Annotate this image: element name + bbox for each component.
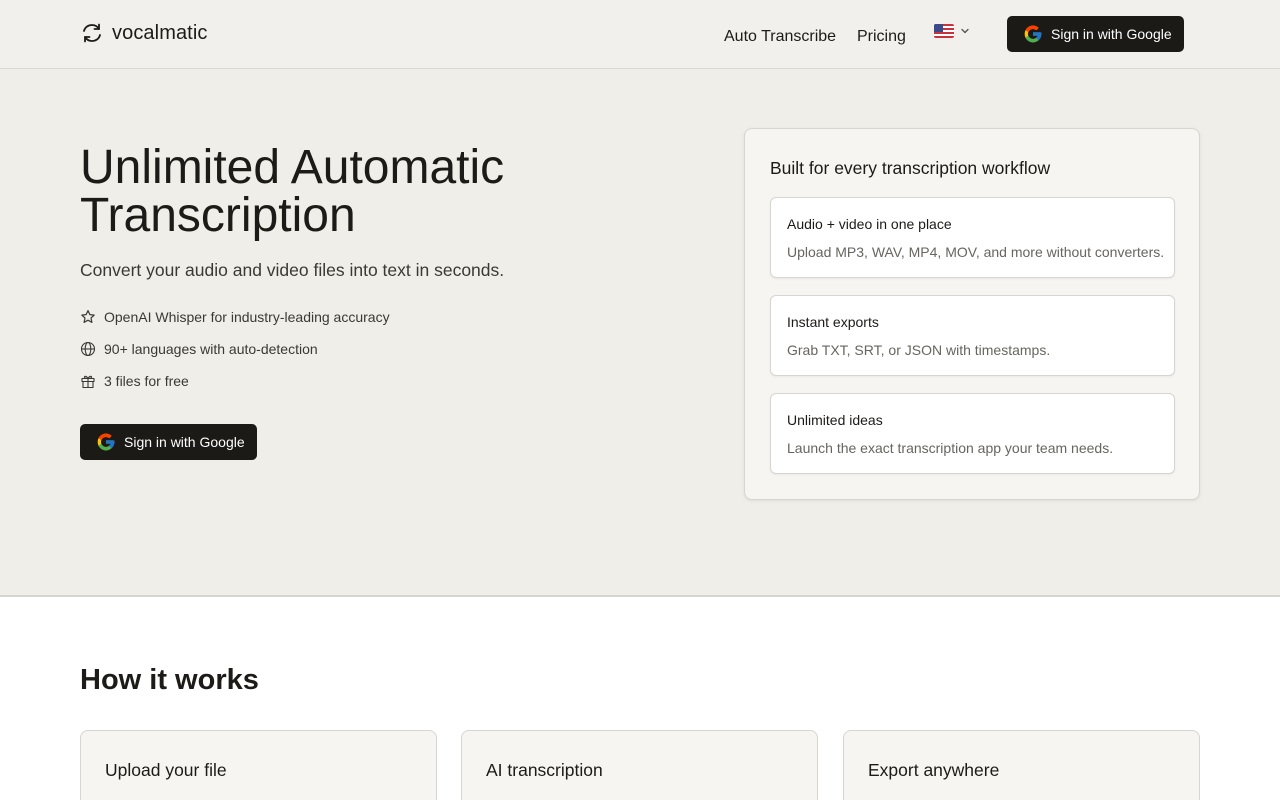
step-card-title: Export anywhere — [868, 760, 1000, 780]
nav-link-auto-transcribe[interactable]: Auto Transcribe — [724, 28, 836, 46]
us-flag-icon — [934, 24, 954, 38]
feature-item-languages: 90+ languages with auto-detection — [80, 341, 318, 357]
step-card-title: AI transcription — [486, 760, 603, 780]
feature-item-accuracy: OpenAI Whisper for industry-leading accu… — [80, 309, 390, 325]
google-icon — [1024, 25, 1042, 43]
how-it-works-heading: How it works — [80, 664, 259, 696]
star-icon — [81, 310, 95, 323]
hero-subtitle: Convert your audio and video files into … — [80, 260, 505, 280]
header-sign-in-label: Sign in with Google — [1051, 26, 1172, 42]
language-selector[interactable] — [934, 24, 970, 38]
workflow-card-description: Upload MP3, WAV, MP4, MOV, and more with… — [787, 244, 1165, 260]
chevron-down-icon — [961, 28, 969, 34]
hero-sign-in-google-button[interactable]: Sign in with Google — [80, 424, 257, 460]
workflow-card-title: Unlimited ideas — [787, 412, 883, 428]
nav-link-pricing[interactable]: Pricing — [857, 28, 906, 46]
globe-icon — [80, 341, 96, 357]
brand-name: vocalmatic — [112, 21, 208, 44]
feature-text: 90+ languages with auto-detection — [104, 341, 318, 357]
workflow-panel-title: Built for every transcription workflow — [770, 158, 1051, 178]
hero-title: Unlimited Automatic Transcription — [80, 141, 505, 242]
hero-sign-in-label: Sign in with Google — [124, 434, 245, 450]
feature-text: OpenAI Whisper for industry-leading accu… — [104, 309, 390, 325]
step-card-title: Upload your file — [105, 760, 227, 780]
step-card-transcription: AI transcription — [461, 730, 818, 800]
step-card-upload: Upload your file — [80, 730, 437, 800]
step-card-export: Export anywhere — [843, 730, 1200, 800]
refresh-cycle-icon — [83, 23, 101, 43]
feature-item-free-files: 3 files for free — [80, 373, 189, 389]
workflow-card: Instant exports Grab TXT, SRT, or JSON w… — [770, 295, 1175, 376]
workflow-card-title: Audio + video in one place — [787, 216, 952, 232]
workflow-card-title: Instant exports — [787, 314, 879, 330]
header-sign-in-google-button[interactable]: Sign in with Google — [1007, 16, 1184, 52]
google-icon — [97, 433, 115, 451]
workflow-card: Audio + video in one place Upload MP3, W… — [770, 197, 1175, 278]
brand-logo[interactable]: vocalmatic — [80, 21, 207, 45]
workflow-card-description: Launch the exact transcription app your … — [787, 440, 1114, 456]
feature-text: 3 files for free — [104, 373, 189, 389]
gift-icon — [81, 375, 95, 389]
workflow-card-description: Grab TXT, SRT, or JSON with timestamps. — [787, 342, 1051, 358]
workflow-panel: Built for every transcription workflow A… — [744, 128, 1200, 500]
workflow-card: Unlimited ideas Launch the exact transcr… — [770, 393, 1175, 474]
top-navbar: vocalmatic Auto Transcribe Pricing Sign … — [0, 0, 1280, 69]
